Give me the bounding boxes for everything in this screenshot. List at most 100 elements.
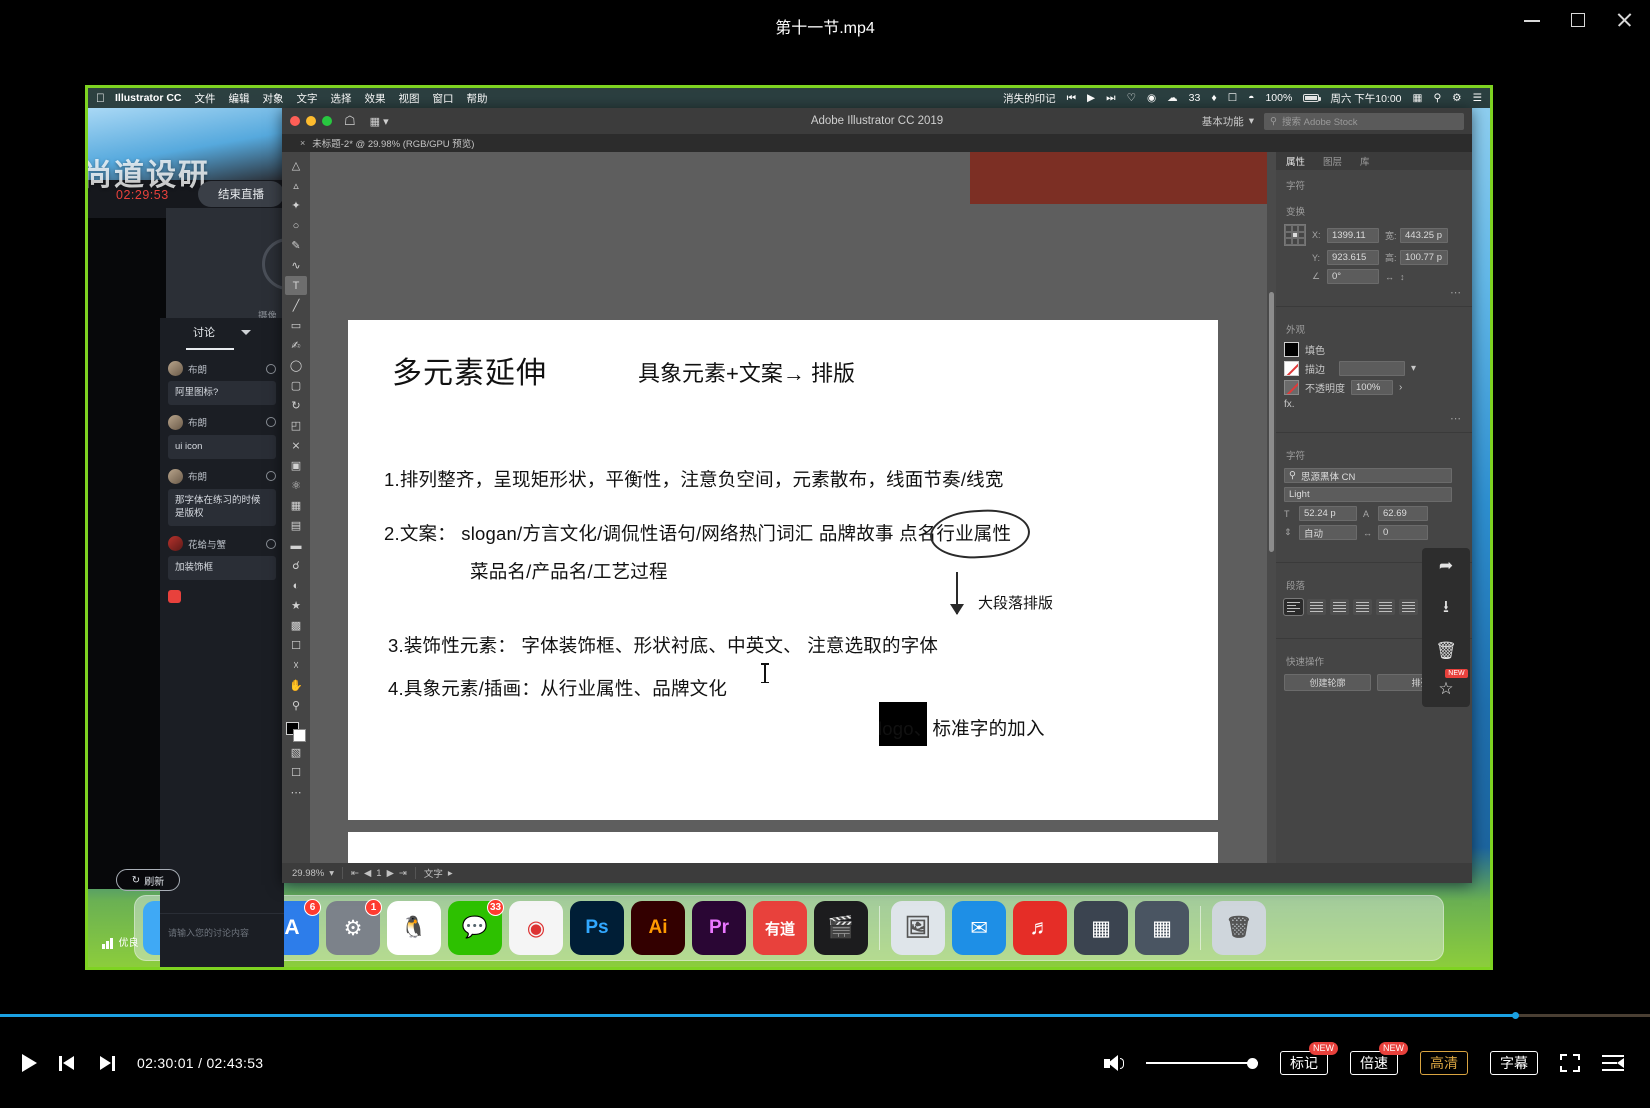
previous-button[interactable]: [59, 1056, 76, 1071]
delete-icon[interactable]: 🗑: [1435, 641, 1457, 661]
hand-tool-icon[interactable]: ✋: [285, 676, 307, 695]
toolbar-more-icon[interactable]: ⋯: [285, 783, 307, 802]
free-transform-tool-icon[interactable]: ▣: [285, 456, 307, 475]
progress-knob[interactable]: [1512, 1012, 1519, 1019]
last-artboard-icon[interactable]: ⇥: [399, 868, 407, 879]
bluetooth-icon[interactable]: ♦: [1211, 92, 1216, 104]
rectangle-tool-icon[interactable]: ▭: [285, 316, 307, 335]
flip-horizontal-icon[interactable]: ↔: [1385, 272, 1394, 282]
dock-item-numbers[interactable]: ▦: [1135, 901, 1189, 955]
paintbrush-tool-icon[interactable]: ✍: [285, 336, 307, 355]
media-play-icon[interactable]: ▶: [1087, 92, 1095, 104]
battery-icon[interactable]: [1303, 94, 1319, 102]
align-right-icon[interactable]: [1330, 599, 1349, 615]
x-input[interactable]: 1399.11: [1327, 228, 1379, 243]
menu-view[interactable]: 视图: [399, 91, 420, 106]
line-tool-icon[interactable]: ╱: [285, 296, 307, 315]
mesh-tool-icon[interactable]: ▤: [285, 516, 307, 535]
volume-slider[interactable]: [1146, 1056, 1258, 1070]
justify-last-center-icon[interactable]: [1376, 599, 1395, 615]
dock-item-youdao[interactable]: 有道: [753, 901, 807, 955]
fx-icon[interactable]: fx.: [1284, 399, 1295, 410]
type-tool-icon[interactable]: T: [285, 276, 307, 295]
artboard-main[interactable]: 多元素延伸 具象元素+文案→ 排版 1.排列整齐，呈现矩形状，平衡性，注意负空间…: [348, 320, 1218, 820]
mark-button[interactable]: 标记 NEW: [1280, 1051, 1328, 1075]
pen-tool-icon[interactable]: ✎: [285, 236, 307, 255]
appearance-more-icon[interactable]: ⋯: [1276, 412, 1472, 425]
dock-item-photoshop[interactable]: Ps: [570, 901, 624, 955]
message-menu-icon[interactable]: [266, 471, 276, 481]
wifi-icon[interactable]: ◓: [1248, 92, 1254, 104]
video-stage[interactable]:  Illustrator CC 文件 编辑 对象 文字 选择 效果 视图 窗口…: [0, 52, 1650, 992]
screen-mode-icon[interactable]: ☐: [285, 763, 307, 782]
media-prev-icon[interactable]: ⏮: [1067, 92, 1076, 105]
artboard-tool-icon[interactable]: ☐: [285, 636, 307, 655]
dock-item-final-cut-pro[interactable]: 🎬: [814, 901, 868, 955]
slice-tool-icon[interactable]: ☓: [285, 656, 307, 675]
selection-tool-icon[interactable]: △: [285, 156, 307, 175]
leading-input[interactable]: 自动: [1299, 525, 1357, 540]
chevron-right-icon[interactable]: ›: [1399, 382, 1402, 393]
menu-edit[interactable]: 编辑: [229, 91, 250, 106]
magic-wand-tool-icon[interactable]: ✦: [285, 196, 307, 215]
dock-item-preview[interactable]: 🖼: [891, 901, 945, 955]
message-menu-icon[interactable]: [266, 364, 276, 374]
kerning-input[interactable]: 62.69: [1378, 506, 1428, 521]
message-menu-icon[interactable]: [266, 539, 276, 549]
speed-button[interactable]: 倍速 NEW: [1350, 1051, 1398, 1075]
next-artboard-icon[interactable]: ▶: [387, 868, 394, 879]
eyedropper-tool-icon[interactable]: ☌: [285, 556, 307, 575]
next-button[interactable]: [98, 1056, 115, 1071]
stock-search-input[interactable]: ⚲ 搜索 Adobe Stock: [1264, 113, 1464, 130]
tab-libraries[interactable]: 库: [1360, 154, 1370, 168]
siri-icon[interactable]: ☰: [1473, 92, 1482, 104]
document-tab-label[interactable]: 未标题-2* @ 29.98% (RGB/GPU 预览): [312, 136, 474, 150]
volume-icon[interactable]: [1104, 1055, 1124, 1072]
align-center-icon[interactable]: [1307, 599, 1326, 615]
subtitle-button[interactable]: 字幕: [1490, 1051, 1538, 1075]
menu-effect[interactable]: 效果: [365, 91, 386, 106]
menu-app-name[interactable]: Illustrator CC: [115, 92, 182, 104]
dock-item-netease-music[interactable]: ♬: [1013, 901, 1067, 955]
refresh-button[interactable]: ↻ 刷新: [116, 869, 180, 891]
control-center-icon[interactable]: ⚙: [1452, 92, 1461, 104]
blend-tool-icon[interactable]: ◐: [285, 576, 307, 595]
flip-vertical-icon[interactable]: ↕: [1400, 272, 1409, 282]
eraser-tool-icon[interactable]: ▢: [285, 376, 307, 395]
gradient-tool-icon[interactable]: ▬: [285, 536, 307, 555]
maximize-icon[interactable]: [1568, 10, 1588, 30]
close-icon[interactable]: ×: [300, 138, 305, 148]
menu-object[interactable]: 对象: [263, 91, 284, 106]
opacity-input[interactable]: 100%: [1351, 380, 1393, 395]
end-live-button[interactable]: 结束直播: [198, 181, 284, 207]
discussion-tab[interactable]: 讨论: [160, 318, 284, 346]
fill-color-swatch[interactable]: [1284, 342, 1299, 357]
display-icon[interactable]: ☐: [1228, 92, 1237, 104]
current-tool-indicator[interactable]: 文字 ▸: [424, 866, 453, 880]
perspective-grid-tool-icon[interactable]: ▦: [285, 496, 307, 515]
tab-layers[interactable]: 图层: [1323, 154, 1342, 168]
dock-item-trash[interactable]: 🗑: [1212, 901, 1266, 955]
artboard-navigator[interactable]: ⇤ ◀ 1 ▶ ⇥: [351, 868, 407, 879]
dock-item-chrome[interactable]: ◉: [509, 901, 563, 955]
font-family-input[interactable]: ⚲ 思源黑体 CN: [1284, 468, 1452, 483]
stroke-swatch[interactable]: [293, 729, 306, 742]
dock-item-wechat[interactable]: 💬33: [448, 901, 502, 955]
progress-bar[interactable]: [0, 1014, 1650, 1017]
width-tool-icon[interactable]: ⨯: [285, 436, 307, 455]
zoom-level[interactable]: 29.98% ▾: [292, 868, 334, 879]
color-modes-icon[interactable]: ▧: [285, 743, 307, 762]
menu-file[interactable]: 文件: [195, 91, 216, 106]
spotlight-search-icon[interactable]: ⚲: [1433, 92, 1441, 104]
dock-item-premiere[interactable]: Pr: [692, 901, 746, 955]
menu-type[interactable]: 文字: [297, 91, 318, 106]
prev-artboard-icon[interactable]: ◀: [364, 868, 371, 879]
download-icon[interactable]: ⭳: [1443, 594, 1449, 623]
dock-item-qq[interactable]: 🐧: [387, 901, 441, 955]
symbol-sprayer-tool-icon[interactable]: ★: [285, 596, 307, 615]
quality-button[interactable]: 高清: [1420, 1051, 1468, 1075]
heart-icon[interactable]: ♡: [1127, 92, 1136, 104]
stroke-color-swatch[interactable]: [1284, 361, 1299, 376]
dock-item-system-preferences[interactable]: ⚙1: [326, 901, 380, 955]
lasso-tool-icon[interactable]: ○: [285, 216, 307, 235]
